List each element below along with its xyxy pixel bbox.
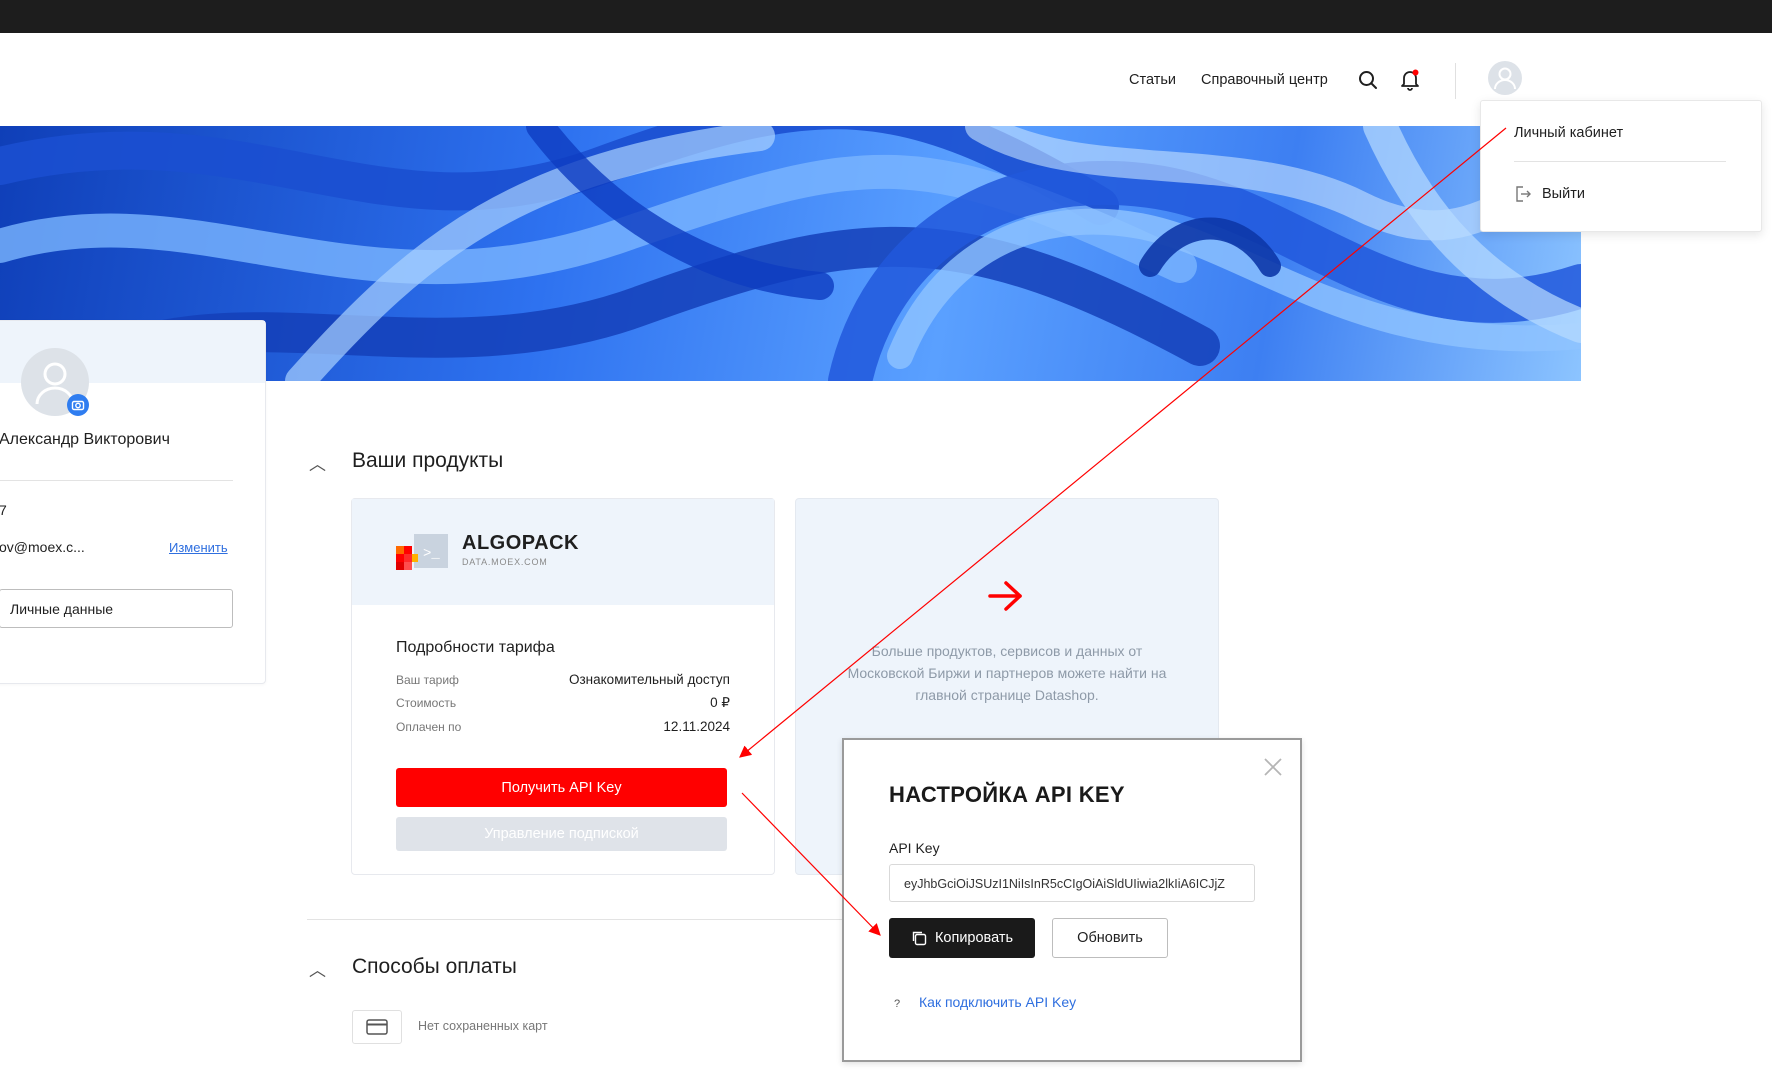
annotation-arrow-to-copy [741, 792, 881, 936]
annotation-arrows [739, 127, 1507, 936]
annotation-arrow-to-get-key [739, 127, 1507, 758]
